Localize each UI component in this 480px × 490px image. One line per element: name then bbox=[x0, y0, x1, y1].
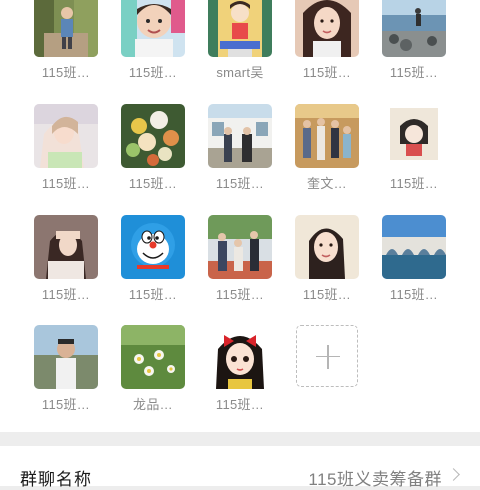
member-item[interactable]: 奎文… bbox=[283, 104, 371, 192]
member-avatar bbox=[34, 325, 98, 389]
member-avatar bbox=[121, 0, 185, 57]
member-grid-panel: 115班… 115班… smart吴 115班… 115班… 115班… 115… bbox=[0, 0, 480, 432]
member-avatar bbox=[208, 325, 272, 389]
member-avatar bbox=[121, 215, 185, 279]
member-item[interactable]: 115班… bbox=[22, 0, 110, 81]
member-item[interactable]: 115班… bbox=[109, 104, 197, 192]
member-item[interactable]: smart吴 bbox=[196, 0, 284, 81]
member-name: 115班… bbox=[302, 287, 352, 302]
member-avatar bbox=[34, 0, 98, 57]
member-name: 115班… bbox=[128, 287, 178, 302]
member-name: 115班… bbox=[389, 65, 439, 80]
member-item[interactable]: 龙品… bbox=[109, 325, 197, 413]
member-item[interactable]: 115班… bbox=[370, 0, 458, 81]
member-item[interactable]: 115班… bbox=[370, 215, 458, 303]
group-name-value: 115班义卖筹备群 bbox=[308, 470, 442, 489]
member-name: smart吴 bbox=[216, 65, 264, 80]
group-name-label: 群聊名称 bbox=[20, 470, 92, 489]
member-name: 115班… bbox=[41, 176, 91, 191]
member-avatar bbox=[382, 215, 446, 279]
member-name: 115班… bbox=[302, 65, 352, 80]
member-avatar bbox=[121, 325, 185, 389]
member-item[interactable]: 115班… bbox=[109, 215, 197, 303]
member-name: 115班… bbox=[128, 65, 178, 80]
member-name: 115班… bbox=[41, 287, 91, 302]
member-avatar bbox=[295, 215, 359, 279]
member-item[interactable]: 115班… bbox=[22, 215, 110, 303]
member-item[interactable]: 115班… bbox=[22, 325, 110, 413]
add-member-button[interactable] bbox=[296, 325, 358, 387]
member-avatar bbox=[208, 104, 272, 168]
member-item[interactable]: 115班… bbox=[283, 0, 371, 81]
member-item[interactable]: 115班… bbox=[370, 104, 458, 192]
member-avatar bbox=[34, 104, 98, 168]
member-name: 115班… bbox=[215, 397, 265, 412]
member-item[interactable]: 115班… bbox=[283, 215, 371, 303]
member-avatar bbox=[295, 0, 359, 57]
member-avatar bbox=[382, 104, 446, 168]
member-name: 115班… bbox=[128, 176, 178, 191]
member-item[interactable]: 115班… bbox=[109, 0, 197, 81]
member-name: 115班… bbox=[41, 397, 91, 412]
group-name-row[interactable]: 群聊名称 115班义卖筹备群 bbox=[0, 446, 480, 489]
member-name: 115班… bbox=[389, 287, 439, 302]
member-avatar bbox=[208, 0, 272, 57]
member-avatar bbox=[382, 0, 446, 57]
member-avatar bbox=[121, 104, 185, 168]
member-name: 115班… bbox=[389, 176, 439, 191]
member-name: 115班… bbox=[41, 65, 91, 80]
member-item[interactable]: 115班… bbox=[196, 325, 284, 413]
member-avatar bbox=[208, 215, 272, 279]
member-item[interactable]: 115班… bbox=[196, 215, 284, 303]
member-avatar bbox=[34, 215, 98, 279]
member-avatar bbox=[295, 104, 359, 168]
member-name: 奎文… bbox=[307, 176, 347, 191]
member-name: 115班… bbox=[215, 176, 265, 191]
member-name: 115班… bbox=[215, 287, 265, 302]
chevron-right-icon bbox=[447, 468, 460, 481]
member-item[interactable]: 115班… bbox=[22, 104, 110, 192]
member-item[interactable]: 115班… bbox=[196, 104, 284, 192]
member-name: 龙品… bbox=[133, 397, 173, 412]
